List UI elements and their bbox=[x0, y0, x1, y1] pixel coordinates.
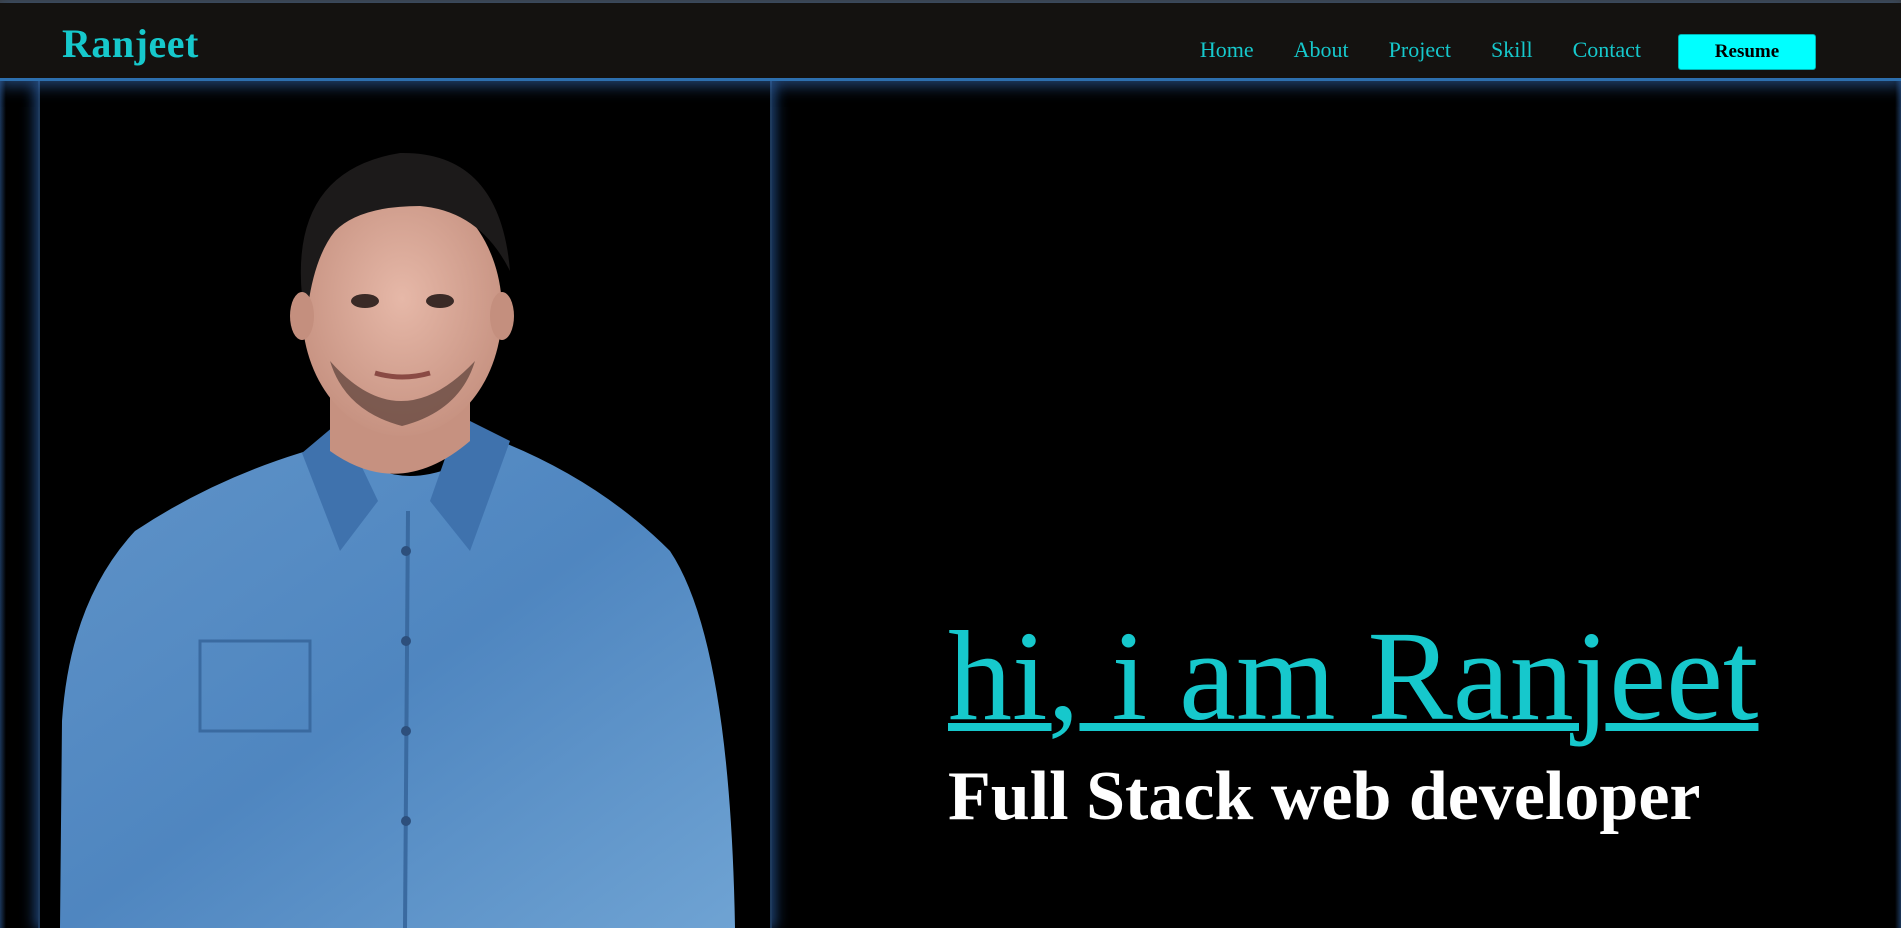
left-edge-glow bbox=[0, 81, 6, 928]
nav-link-about[interactable]: About bbox=[1294, 37, 1349, 63]
nav-link-home[interactable]: Home bbox=[1200, 37, 1254, 63]
nav-menu: Home About Project Skill Contact bbox=[1160, 37, 1641, 63]
resume-button[interactable]: Resume bbox=[1678, 34, 1816, 70]
navbar-glow-line bbox=[0, 78, 1901, 81]
profile-photo bbox=[38, 81, 772, 928]
nav-link-contact[interactable]: Contact bbox=[1573, 37, 1641, 63]
navbar: Ranjeet Home About Project Skill Contact… bbox=[0, 3, 1901, 79]
site-logo[interactable]: Ranjeet bbox=[62, 20, 199, 67]
nav-link-skill[interactable]: Skill bbox=[1491, 37, 1533, 63]
nav-link-project[interactable]: Project bbox=[1389, 37, 1451, 63]
portrait-illustration bbox=[60, 152, 735, 928]
right-edge-glow bbox=[1895, 81, 1901, 928]
hero-subtitle: Full Stack web developer bbox=[948, 758, 1701, 835]
hero-heading: hi, i am Ranjeet bbox=[948, 605, 1759, 747]
